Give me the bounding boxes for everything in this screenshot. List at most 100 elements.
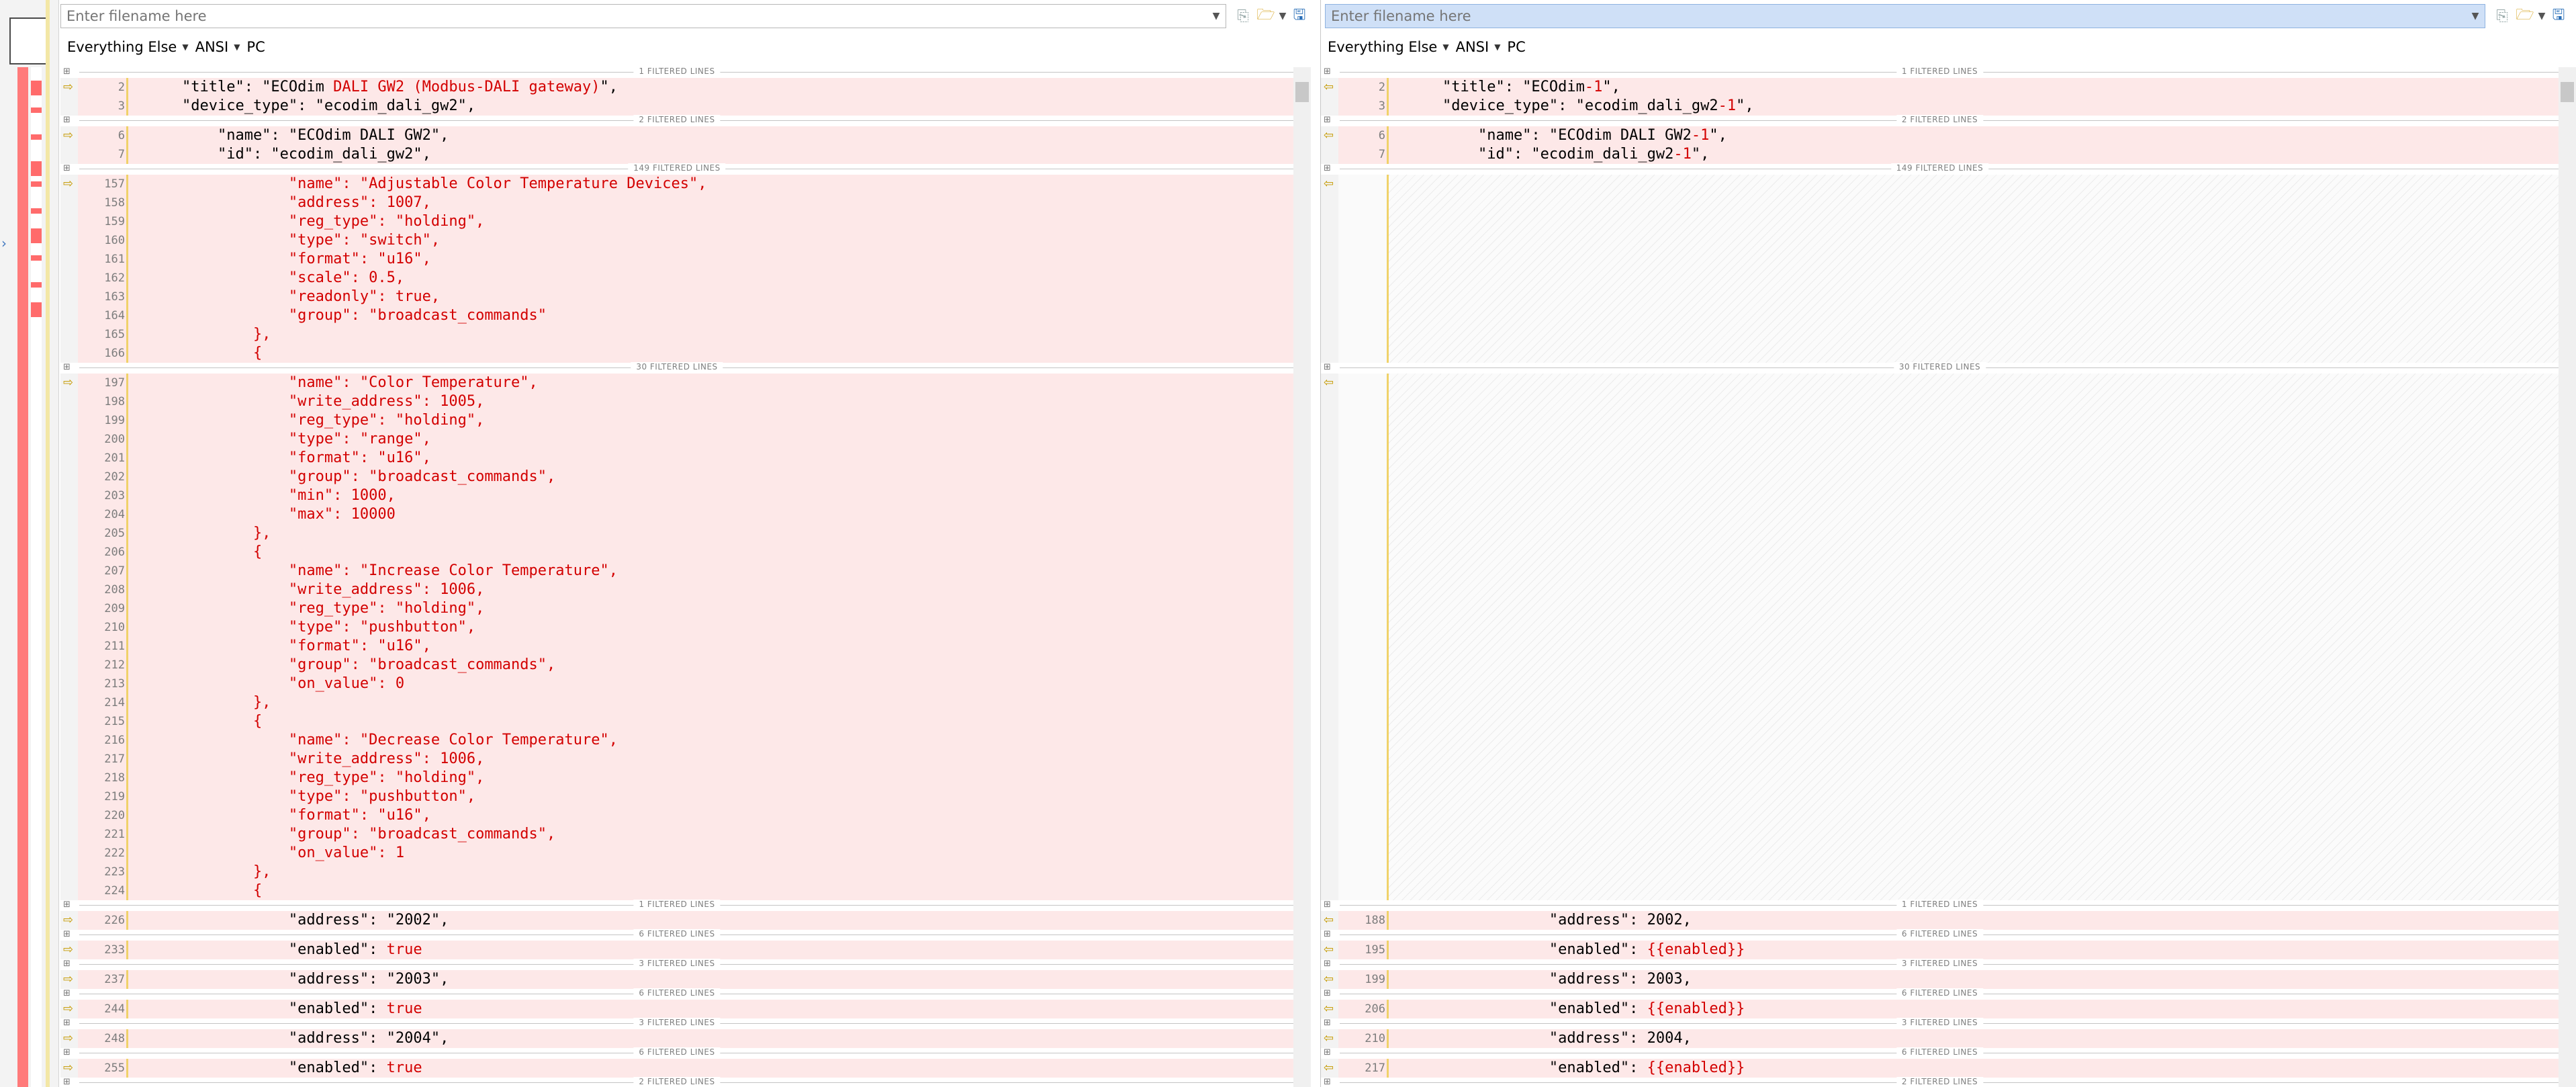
diff-line[interactable]: 198 "write_address": 1005, <box>60 392 1293 411</box>
folder-open-icon[interactable]: 🗁 <box>2514 4 2536 28</box>
expand-icon[interactable]: ⊞ <box>1324 929 1331 939</box>
diff-line[interactable]: 208 "write_address": 1006, <box>60 580 1293 599</box>
diff-line[interactable]: ⇨ 2 "title": "ECOdim DALI GW2 (Modbus-DAL… <box>60 78 1293 97</box>
diff-line[interactable]: 207 "name": "Increase Color Temperature"… <box>60 562 1293 580</box>
arrow-icon[interactable]: ⇦ <box>1324 376 1334 390</box>
arrow-icon[interactable]: ⇦ <box>1324 1031 1334 1045</box>
arrow-icon[interactable]: ⇦ <box>1324 80 1334 94</box>
save-icon[interactable]: 🖫 <box>2547 4 2570 28</box>
arrow-icon[interactable]: ⇦ <box>1324 972 1334 986</box>
filtered-lines-separator[interactable]: ⊞ 6 FILTERED LINES <box>1321 929 2559 939</box>
filtered-lines-separator[interactable]: ⊞ 1 FILTERED LINES <box>1321 900 2559 910</box>
diff-line[interactable]: 7 "id": "ecodim_dali_gw2-1", <box>1321 145 2559 164</box>
diff-line[interactable]: ⇦ 188 "address": 2002, <box>1321 911 2559 930</box>
filtered-lines-separator[interactable]: ⊞ 6 FILTERED LINES <box>1321 1047 2559 1057</box>
diff-line[interactable]: 203 "min": 1000, <box>60 486 1293 505</box>
arrow-icon[interactable]: ⇨ <box>63 1002 73 1016</box>
diff-line[interactable]: ⇨ 237 "address": "2003", <box>60 970 1293 989</box>
diff-line[interactable]: 211 "format": "u16", <box>60 637 1293 656</box>
diff-line[interactable]: 158 "address": 1007, <box>60 193 1293 212</box>
expand-icon[interactable]: ⊞ <box>1324 115 1331 125</box>
arrow-icon[interactable]: ⇨ <box>63 1061 73 1075</box>
expand-icon[interactable]: ⊞ <box>63 115 71 125</box>
arrow-icon[interactable]: ⇨ <box>63 376 73 390</box>
diff-line[interactable]: 163 "readonly": true, <box>60 288 1293 306</box>
filtered-lines-separator[interactable]: ⊞ 3 FILTERED LINES <box>1321 959 2559 969</box>
diff-line[interactable]: ⇦ 210 "address": 2004, <box>1321 1029 2559 1048</box>
arrow-icon[interactable]: ⇦ <box>1324 177 1334 191</box>
expand-icon[interactable]: ⊞ <box>1324 1047 1331 1057</box>
diff-line[interactable]: 223 }, <box>60 863 1293 881</box>
diff-line[interactable]: 202 "group": "broadcast_commands", <box>60 468 1293 486</box>
filtered-lines-separator[interactable]: ⊞ 1 FILTERED LINES <box>60 900 1293 910</box>
arrow-icon[interactable]: ⇨ <box>63 972 73 986</box>
diff-line[interactable]: 204 "max": 10000 <box>60 505 1293 524</box>
expand-icon[interactable]: ⊞ <box>63 1018 71 1028</box>
diff-line[interactable]: 3 "device_type": "ecodim_dali_gw2-1", <box>1321 97 2559 116</box>
right-filter-menu[interactable]: Everything Else ▼ <box>1328 39 1456 55</box>
right-lineending-label[interactable]: PC <box>1507 39 1532 55</box>
filtered-lines-separator[interactable]: ⊞ 30 FILTERED LINES <box>1321 362 2559 372</box>
diff-line[interactable]: ⇨ 244 "enabled": true <box>60 1000 1293 1018</box>
left-encoding-menu[interactable]: ANSI ▼ <box>195 39 247 55</box>
right-open-dropdown[interactable]: ▼ <box>2536 4 2547 28</box>
filtered-lines-separator[interactable]: ⊞ 2 FILTERED LINES <box>60 1077 1293 1087</box>
right-history-dropdown[interactable]: ▼ <box>2465 4 2485 28</box>
left-filter-menu[interactable]: Everything Else ▼ <box>67 39 195 55</box>
arrow-icon[interactable]: ⇦ <box>1324 1061 1334 1075</box>
expand-icon[interactable]: ⊞ <box>63 67 71 77</box>
diff-line[interactable]: 220 "format": "u16", <box>60 806 1293 825</box>
expand-icon[interactable]: ⊞ <box>1324 67 1331 77</box>
diff-line[interactable]: 217 "write_address": 1006, <box>60 750 1293 769</box>
arrow-icon[interactable]: ⇨ <box>63 128 73 142</box>
filtered-lines-separator[interactable]: ⊞ 3 FILTERED LINES <box>1321 1018 2559 1028</box>
diff-line[interactable]: 166 { <box>60 344 1293 363</box>
diff-line[interactable]: ⇨ 157 "name": "Adjustable Color Temperatu… <box>60 175 1293 193</box>
expand-icon[interactable]: ⊞ <box>1324 1077 1331 1087</box>
expand-icon[interactable]: ⊞ <box>63 900 71 910</box>
expand-icon[interactable]: ⊞ <box>63 163 71 173</box>
diff-line[interactable]: 161 "format": "u16", <box>60 250 1293 269</box>
diff-line[interactable]: 3 "device_type": "ecodim_dali_gw2", <box>60 97 1293 116</box>
expand-icon[interactable]: ⊞ <box>63 988 71 998</box>
left-filename-input[interactable] <box>60 4 1226 28</box>
right-vertical-scrollbar[interactable] <box>2559 67 2576 1087</box>
right-scroll-thumb[interactable] <box>2561 82 2574 102</box>
diff-line[interactable]: 218 "reg_type": "holding", <box>60 769 1293 787</box>
diff-line[interactable]: 200 "type": "range", <box>60 430 1293 449</box>
arrow-icon[interactable]: ⇨ <box>63 913 73 927</box>
right-encoding-menu[interactable]: ANSI ▼ <box>1456 39 1508 55</box>
diff-line[interactable]: 212 "group": "broadcast_commands", <box>60 656 1293 675</box>
diff-line[interactable]: 219 "type": "pushbutton", <box>60 787 1293 806</box>
diff-line[interactable]: 201 "format": "u16", <box>60 449 1293 468</box>
left-vertical-scrollbar[interactable] <box>1293 67 1311 1087</box>
filtered-lines-separator[interactable]: ⊞ 30 FILTERED LINES <box>60 362 1293 372</box>
diff-overview[interactable]: › <box>0 0 59 1087</box>
diff-line[interactable]: ⇦ 2 "title": "ECOdim-1", <box>1321 78 2559 97</box>
filtered-lines-separator[interactable]: ⊞ 3 FILTERED LINES <box>60 1018 1293 1028</box>
diff-line[interactable]: 213 "on_value": 0 <box>60 675 1293 693</box>
diff-line[interactable]: ⇦ 199 "address": 2003, <box>1321 970 2559 989</box>
filtered-lines-separator[interactable]: ⊞ 2 FILTERED LINES <box>60 115 1293 125</box>
left-scroll-thumb[interactable] <box>1295 82 1309 102</box>
diff-line[interactable]: 209 "reg_type": "holding", <box>60 599 1293 618</box>
arrow-icon[interactable]: ⇨ <box>63 80 73 94</box>
diff-line[interactable]: ⇦ 206 "enabled": {{enabled}} <box>1321 1000 2559 1018</box>
diff-line[interactable]: 206 { <box>60 543 1293 562</box>
expand-icon[interactable]: ⊞ <box>1324 362 1331 372</box>
diff-line[interactable]: 205 }, <box>60 524 1293 543</box>
filtered-lines-separator[interactable]: ⊞ 3 FILTERED LINES <box>60 959 1293 969</box>
filtered-lines-separator[interactable]: ⊞ 149 FILTERED LINES <box>60 163 1293 173</box>
diff-line[interactable]: 224 { <box>60 881 1293 900</box>
left-lineending-label[interactable]: PC <box>246 39 271 55</box>
diff-line[interactable]: 7 "id": "ecodim_dali_gw2", <box>60 145 1293 164</box>
diff-line[interactable]: 199 "reg_type": "holding", <box>60 411 1293 430</box>
diff-line[interactable]: ⇨ 197 "name": "Color Temperature", <box>60 374 1293 392</box>
expand-icon[interactable]: ⊞ <box>63 362 71 372</box>
diff-line[interactable]: 164 "group": "broadcast_commands" <box>60 306 1293 325</box>
diff-line[interactable]: ⇦ 6 "name": "ECOdim DALI GW2-1", <box>1321 126 2559 145</box>
diff-line[interactable]: 210 "type": "pushbutton", <box>60 618 1293 637</box>
expand-icon[interactable]: ⊞ <box>1324 163 1331 173</box>
diff-line[interactable]: 222 "on_value": 1 <box>60 844 1293 863</box>
diff-line[interactable]: 216 "name": "Decrease Color Temperature"… <box>60 731 1293 750</box>
